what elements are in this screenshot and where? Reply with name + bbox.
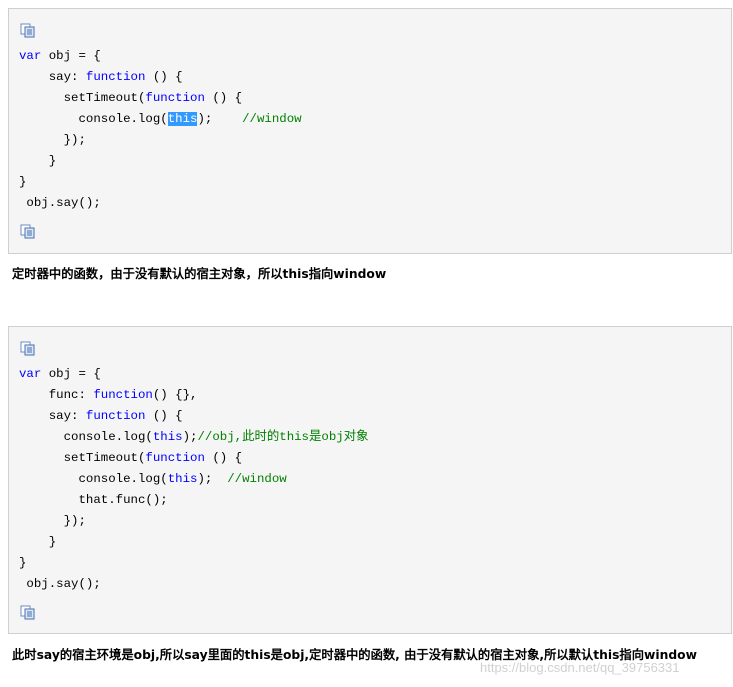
code-line: }); [19, 133, 86, 147]
code-line: var obj = { [19, 49, 101, 63]
code-line: console.log(this); //window [19, 472, 287, 486]
code-line: say: function () { [19, 409, 183, 423]
copy-code-icon[interactable] [20, 224, 36, 239]
code-line: say: function () { [19, 70, 183, 84]
copy-code-icon[interactable] [20, 23, 36, 38]
code-block-1: var obj = { say: function () { setTimeou… [8, 8, 732, 254]
code-line: } [19, 154, 57, 168]
code-line: func: function() {}, [19, 388, 198, 402]
explanation-text-1: 定时器中的函数，由于没有默认的宿主对象，所以this指向window [12, 267, 387, 281]
copy-code-icon[interactable] [20, 605, 36, 620]
code-line: }); [19, 514, 86, 528]
code-line: obj.say(); [19, 577, 101, 591]
code-line: setTimeout(function () { [19, 91, 243, 105]
code-line: } [19, 535, 57, 549]
code-line: console.log(this); //window [19, 112, 302, 126]
copy-code-icon[interactable] [20, 341, 36, 356]
code-line: that.func(); [19, 493, 168, 507]
code-line: var obj = { [19, 367, 101, 381]
code-line: obj.say(); [19, 196, 101, 210]
code-line: } [19, 556, 27, 570]
watermark: https://blog.csdn.net/qq_39756331 [480, 660, 680, 675]
selected-text: this [167, 112, 198, 126]
code-line: } [19, 175, 27, 189]
code-line: console.log(this);//obj,此时的this是obj对象 [19, 430, 369, 444]
code-line: setTimeout(function () { [19, 451, 243, 465]
code-block-2: var obj = { func: function() {}, say: fu… [8, 326, 732, 634]
